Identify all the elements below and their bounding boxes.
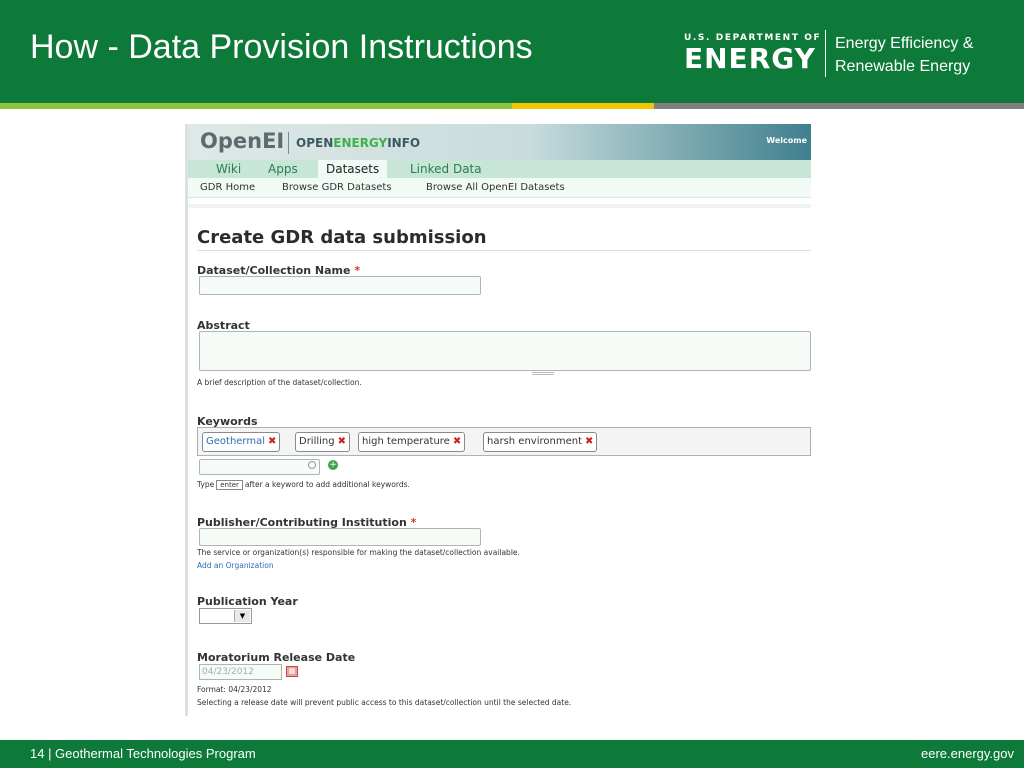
keyword-help-pre: Type: [197, 480, 215, 489]
slide-footer: 14 | Geothermal Technologies Program eer…: [0, 740, 1024, 768]
sublink-browse-gdr[interactable]: Browse GDR Datasets: [282, 182, 392, 193]
logo-separator: [288, 132, 289, 154]
remove-icon[interactable]: ✖: [453, 436, 461, 447]
keyword-chip[interactable]: high temperature ✖: [358, 432, 466, 452]
enter-key-hint: enter: [216, 480, 243, 490]
keyword-chip[interactable]: harsh environment ✖: [483, 432, 598, 452]
keyword-chip-label: Drilling: [299, 436, 335, 447]
tab-apps[interactable]: Apps: [268, 162, 298, 176]
slide-title: How - Data Provision Instructions: [30, 28, 533, 66]
publisher-help-text: The service or organization(s) responsib…: [197, 548, 520, 557]
sublink-browse-all[interactable]: Browse All OpenEI Datasets: [426, 182, 565, 193]
keyword-chip-label: high temperature: [362, 436, 450, 447]
wordmark-energy: ENERGY: [333, 136, 388, 150]
openenergyinfo-wordmark: OPENENERGYINFO: [296, 136, 420, 150]
openei-logo[interactable]: OpenEI: [200, 129, 284, 153]
dataset-name-input[interactable]: [199, 276, 481, 295]
accent-bar-gray: [654, 103, 1024, 109]
eere-line-1: Energy Efficiency &: [835, 35, 974, 52]
moratorium-label: Moratorium Release Date: [197, 651, 356, 664]
sub-navigation: GDR Home Browse GDR Datasets Browse All …: [188, 178, 811, 198]
keyword-chip-label: harsh environment: [487, 436, 582, 447]
chevron-down-icon: ▼: [234, 610, 250, 622]
loading-icon: [308, 461, 316, 469]
tab-wiki[interactable]: Wiki: [216, 162, 241, 176]
openei-screenshot: OpenEI OPENENERGYINFO Welcome Wiki Apps …: [185, 124, 811, 716]
publisher-input[interactable]: [199, 528, 481, 546]
logo-divider: [825, 30, 826, 77]
tab-linked-data[interactable]: Linked Data: [410, 162, 482, 176]
abstract-help-text: A brief description of the dataset/colle…: [197, 378, 362, 387]
doe-logo: U.S. DEPARTMENT OF ENERGY: [684, 33, 821, 75]
title-rule: [197, 250, 811, 251]
publication-year-select[interactable]: ▼: [199, 608, 252, 624]
add-organization-link[interactable]: Add an Organization: [197, 561, 274, 570]
sublink-gdr-home[interactable]: GDR Home: [200, 182, 255, 193]
calendar-icon[interactable]: ▦: [286, 666, 298, 677]
moratorium-help-text: Selecting a release date will prevent pu…: [197, 698, 572, 707]
content-divider: [188, 204, 811, 208]
keyword-help-text: Type enter after a keyword to add addition…: [197, 480, 410, 490]
textarea-resize-grip[interactable]: [532, 372, 554, 375]
keyword-chip[interactable]: Geothermal ✖: [202, 432, 281, 452]
eere-line-2: Renewable Energy: [835, 58, 971, 75]
keyword-input[interactable]: [199, 459, 320, 475]
keyword-chip-label: Geothermal: [206, 436, 266, 447]
remove-icon[interactable]: ✖: [585, 436, 593, 447]
accent-bar-green: [0, 103, 512, 109]
keyword-chip[interactable]: Drilling ✖: [295, 432, 351, 452]
remove-icon[interactable]: ✖: [268, 436, 276, 447]
openei-header: OpenEI OPENENERGYINFO Welcome: [188, 124, 811, 160]
tab-datasets[interactable]: Datasets: [318, 160, 388, 178]
footer-page-label: 14 | Geothermal Technologies Program: [30, 746, 256, 761]
page-title: Create GDR data submission: [197, 227, 487, 248]
publication-year-label: Publication Year: [197, 595, 298, 608]
moratorium-date-input[interactable]: 04/23/2012: [199, 664, 282, 680]
footer-url: eere.energy.gov: [921, 746, 1014, 761]
main-tabs: Wiki Apps Datasets Linked Data: [188, 160, 811, 178]
remove-icon[interactable]: ✖: [338, 436, 346, 447]
keywords-box[interactable]: Geothermal ✖ Drilling ✖ high temperature ✖ …: [197, 427, 811, 456]
welcome-text: Welcome: [766, 136, 807, 145]
doe-logo-wordmark: ENERGY: [684, 42, 816, 75]
abstract-textarea[interactable]: [199, 331, 811, 371]
moratorium-format-text: Format: 04/23/2012: [197, 685, 272, 694]
wordmark-info: INFO: [387, 136, 421, 150]
add-keyword-icon[interactable]: +: [328, 460, 338, 470]
keyword-help-post: after a keyword to add additional keywor…: [244, 480, 410, 489]
eere-label: Energy Efficiency & Renewable Energy: [835, 32, 973, 78]
wordmark-open: OPEN: [296, 136, 334, 150]
accent-bar-yellow: [512, 103, 654, 109]
slide-header: How - Data Provision Instructions U.S. D…: [0, 0, 1024, 103]
